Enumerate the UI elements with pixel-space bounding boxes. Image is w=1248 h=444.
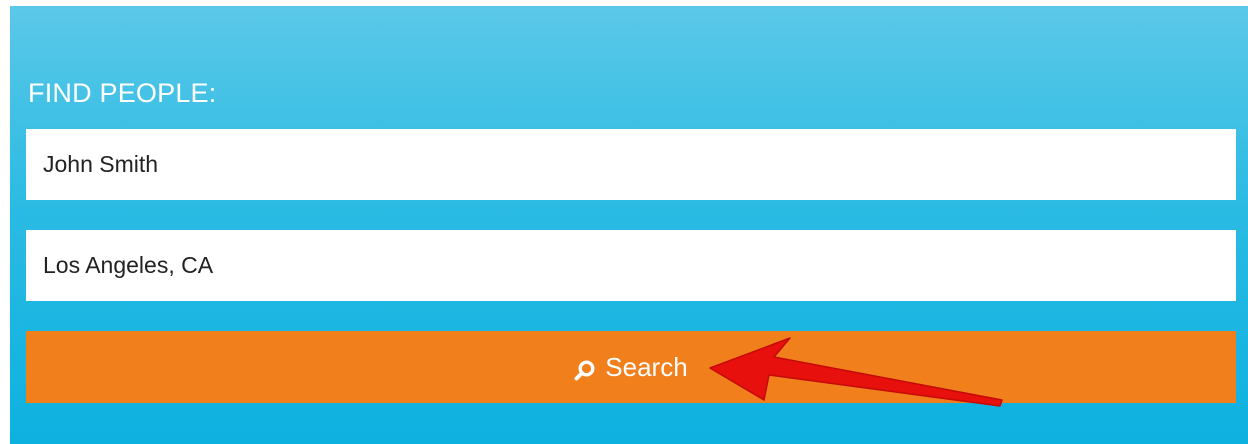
- search-button-label: Search: [605, 351, 688, 382]
- find-people-heading: FIND PEOPLE:: [28, 78, 217, 108]
- location-input[interactable]: [26, 230, 1236, 301]
- find-people-panel: FIND PEOPLE: Search: [10, 6, 1248, 444]
- name-input[interactable]: [26, 129, 1236, 200]
- search-button[interactable]: Search: [26, 331, 1236, 403]
- search-icon: [574, 357, 596, 381]
